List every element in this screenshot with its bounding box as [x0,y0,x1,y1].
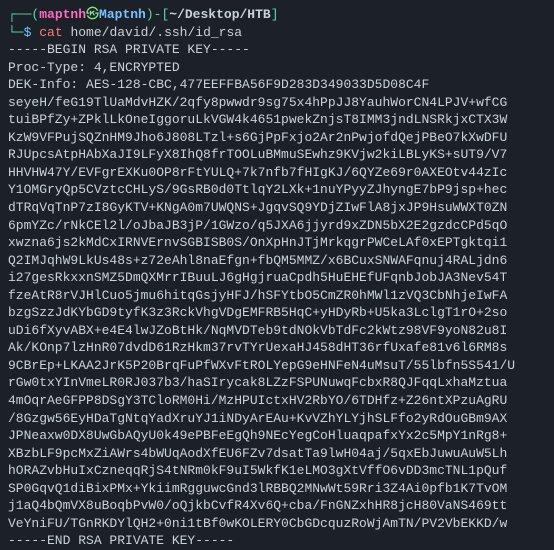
key-line: j1aQ4bQmVX8uBoqbPvW0/oQjkbCvfR4Xv6Q+cba/… [8,497,546,515]
key-line: KzW9VFPujSQZnHM9Jho6J808LTzl+s6GjPpFxjo2… [8,129,546,147]
prompt-paren-close: ) [146,7,154,22]
prompt-symbol: ㉿ [86,7,99,22]
key-line: SP0GqvQ1diBixPMx+YkiimRgguwcGnd3lRBBQ2MN… [8,480,546,498]
key-line: i27gesRkxxnSMZ5DmQXMrrIBuuLJ6gHgjruaCpdh… [8,269,546,287]
key-line: seyeH/feG19TlUaMdvHZK/2qfy8pwwdr9sg75x4h… [8,94,546,112]
prompt-bracket-open: -[ [154,7,170,22]
key-line: Ak/KOnp7lzHnR07dvdD61RzHkm37rvTYrUexaHJ4… [8,339,546,357]
key-line: XBzbLF9pcMxZiAWrs4bWUqAodXfEU6FZv7dsatTa… [8,445,546,463]
prompt-user: maptnh [39,7,86,22]
prompt-path: ~/Desktop/HTB [169,7,270,22]
key-line: RJUpcsAtpHAbXaJI9LFyX8IhQ8frTOOLuBMmuSEw… [8,146,546,164]
key-line: Q2IMJqhW9LkUs48s+z72eAhl8naEfgn+fbQM5MMZ… [8,252,546,270]
prompt-dollar: $ [24,25,32,40]
key-line: uDi6fXyvABX+e4E4lwJZoBtHk/NqMVDTeb9tdNOk… [8,322,546,340]
prompt-line-1: ┌──(maptnh㉿Maptnh)-[~/Desktop/HTB] [8,6,546,24]
prompt-host: Maptnh [99,7,146,22]
key-line: hORAZvbHuIxCzneqqRjS4tNRm0kF9uI5WkfK1eLM… [8,462,546,480]
output-key-body: seyeH/feG19TlUaMdvHZK/2qfy8pwwdr9sg75x4h… [8,94,546,533]
key-line: dTRqVqTnP7zI8GyKTV+KNgA0m7UWQNS+JgqvSQ9Y… [8,199,546,217]
output-dek-info: DEK-Info: AES-128-CBC,477EEFFBA56F9D283D… [8,76,546,94]
key-line: xwzna6js2kMdCxIRNVErnvSGBISB0S/OnXpHnJTj… [8,234,546,252]
key-line: HHVHW47Y/EVFgrEXKu0OP8rFtYULQ+7k7nfb7fHI… [8,164,546,182]
output-begin: -----BEGIN RSA PRIVATE KEY----- [8,41,546,59]
key-line: 9CBrEp+LKAA2JrK5P20BrqFuPfWXvFtROLYepG9e… [8,357,546,375]
key-line: bzgSzzJdKYbGD9tyfK3z3RckVhgVDgEMFRB5HqC+… [8,304,546,322]
output-end: -----END RSA PRIVATE KEY----- [8,532,546,550]
prompt-line-2[interactable]: └─$ cat home/david/.ssh/id_rsa [8,24,546,42]
key-line: 6pmYZc/rNkCEl2l/oJbaJB3jP/1GWzo/q5JXA6jj… [8,217,546,235]
key-line: VeYniFU/TGnRKDYlQH2+0ni1tBf0wKOLERY0CbGD… [8,515,546,533]
output-proc-type: Proc-Type: 4,ENCRYPTED [8,59,546,77]
prompt-corner-bottom: └─ [8,25,24,40]
key-line: Y1OMGryQp5CVztcCHLyS/9GsRB0d0TtlqY2LXk+1… [8,181,546,199]
key-line: JPNeaxw0DX8UwGbAQyU0k49ePBFeEgQh9NEcYegC… [8,427,546,445]
command-argument: home/david/.ssh/id_rsa [70,25,242,40]
key-line: /8Gzgw56EyHDaTgNtqYadXruYJ1iNDyArEAu+KvV… [8,410,546,428]
prompt-bracket-close: ] [271,7,279,22]
key-line: tuiBPfZy+ZPklLkOneIggoruLkVGW4k4651pwekZ… [8,111,546,129]
key-line: rGw0txYInVmeLR0RJ037b3/haSIrycak8LZzFSPU… [8,374,546,392]
command: cat [39,25,62,40]
key-line: 4mOqrAeGFPP8DSgY3TCloRM0Hi/MzHPUIctxHV2R… [8,392,546,410]
key-line: fzeAtR8rVJHlCuo5jmu6hitqGsjyHFJ/hSFYtbO5… [8,287,546,305]
prompt-corner-top: ┌── [8,7,31,22]
